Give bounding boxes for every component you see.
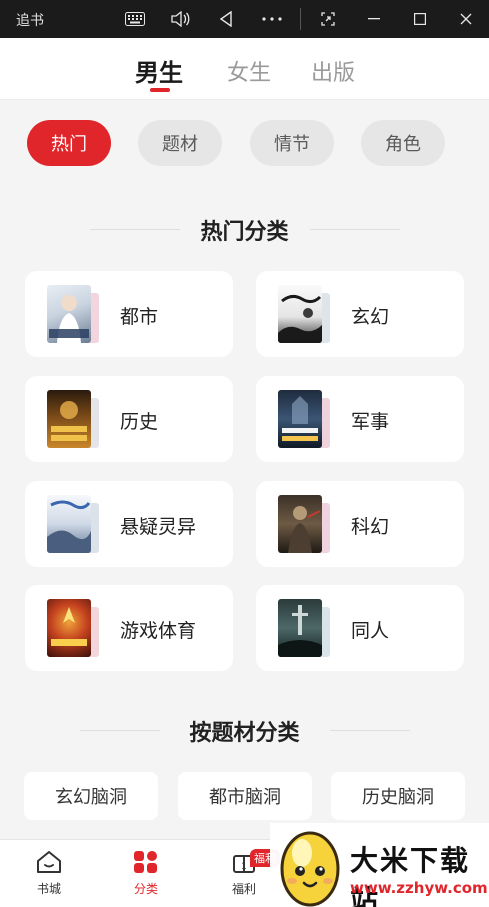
window-titlebar: 追书	[0, 0, 489, 38]
filter-role[interactable]: 角色	[361, 120, 445, 166]
back-icon[interactable]	[206, 0, 246, 38]
category-label: 玄幻	[351, 306, 390, 328]
tab-male[interactable]: 男生	[135, 53, 183, 88]
book-cover-image	[47, 390, 91, 448]
svg-text:1: 1	[241, 862, 247, 872]
filter-hot[interactable]: 热门	[27, 120, 111, 166]
filter-plot[interactable]: 情节	[250, 120, 334, 166]
volume-icon[interactable]	[160, 0, 200, 38]
tab-publish[interactable]: 出版	[311, 55, 355, 87]
category-label: 都市	[120, 306, 159, 328]
hot-section-title: 热门分类	[200, 220, 289, 245]
subject-chip-history-idea[interactable]: 历史脑洞	[331, 772, 465, 820]
close-icon[interactable]	[446, 0, 486, 38]
watermark-url: www.zzhyw.com	[350, 879, 488, 897]
category-card-fanfic[interactable]: 同人	[256, 585, 464, 671]
tab-female[interactable]: 女生	[227, 55, 271, 87]
book-cover-image	[278, 599, 322, 657]
category-card-military[interactable]: 军事	[256, 376, 464, 462]
keyboard-icon[interactable]	[115, 0, 155, 38]
category-card-fantasy[interactable]: 玄幻	[256, 271, 464, 357]
rice-mascot-icon	[280, 831, 340, 907]
category-card-scifi[interactable]: 科幻	[256, 481, 464, 567]
category-card-urban[interactable]: 都市	[25, 271, 233, 357]
window-title: 追书	[16, 13, 44, 29]
active-tab-indicator	[150, 88, 170, 92]
nav-label: 福利	[231, 882, 256, 896]
book-cover-image	[278, 390, 322, 448]
category-label: 游戏体育	[120, 620, 197, 642]
category-card-gaming-sports[interactable]: 游戏体育	[25, 585, 233, 671]
book-cover-image	[47, 495, 91, 553]
book-cover-image	[278, 495, 322, 553]
category-card-history[interactable]: 历史	[25, 376, 233, 462]
subject-chip-fantasy-idea[interactable]: 玄幻脑洞	[24, 772, 158, 820]
category-icon	[134, 851, 157, 873]
nav-label: 分类	[133, 882, 158, 896]
category-label: 历史	[120, 411, 159, 433]
home-icon	[37, 851, 61, 873]
book-cover-image	[47, 285, 91, 343]
filter-subject[interactable]: 题材	[138, 120, 222, 166]
nav-label: 书城	[36, 882, 61, 896]
screenshot-icon[interactable]	[308, 0, 348, 38]
top-tabs: 男生 女生 出版	[0, 38, 489, 100]
book-cover-image	[47, 599, 91, 657]
section-divider-right	[330, 730, 410, 731]
category-label: 军事	[351, 411, 390, 433]
nav-bookstore[interactable]: 书城	[19, 850, 79, 897]
category-label: 科幻	[351, 516, 390, 538]
subject-chip-urban-idea[interactable]: 都市脑洞	[178, 772, 312, 820]
titlebar-divider	[300, 8, 301, 30]
watermark: 大米下载站 www.zzhyw.com	[270, 823, 489, 907]
section-divider-right	[310, 229, 400, 230]
nav-category[interactable]: 分类	[116, 850, 176, 897]
subject-section-title: 按题材分类	[189, 721, 300, 746]
maximize-icon[interactable]	[400, 0, 440, 38]
book-cover-image	[278, 285, 322, 343]
category-label: 悬疑灵异	[120, 516, 197, 538]
more-icon[interactable]	[252, 0, 292, 38]
category-card-mystery[interactable]: 悬疑灵异	[25, 481, 233, 567]
minimize-icon[interactable]	[354, 0, 394, 38]
category-label: 同人	[351, 620, 390, 642]
